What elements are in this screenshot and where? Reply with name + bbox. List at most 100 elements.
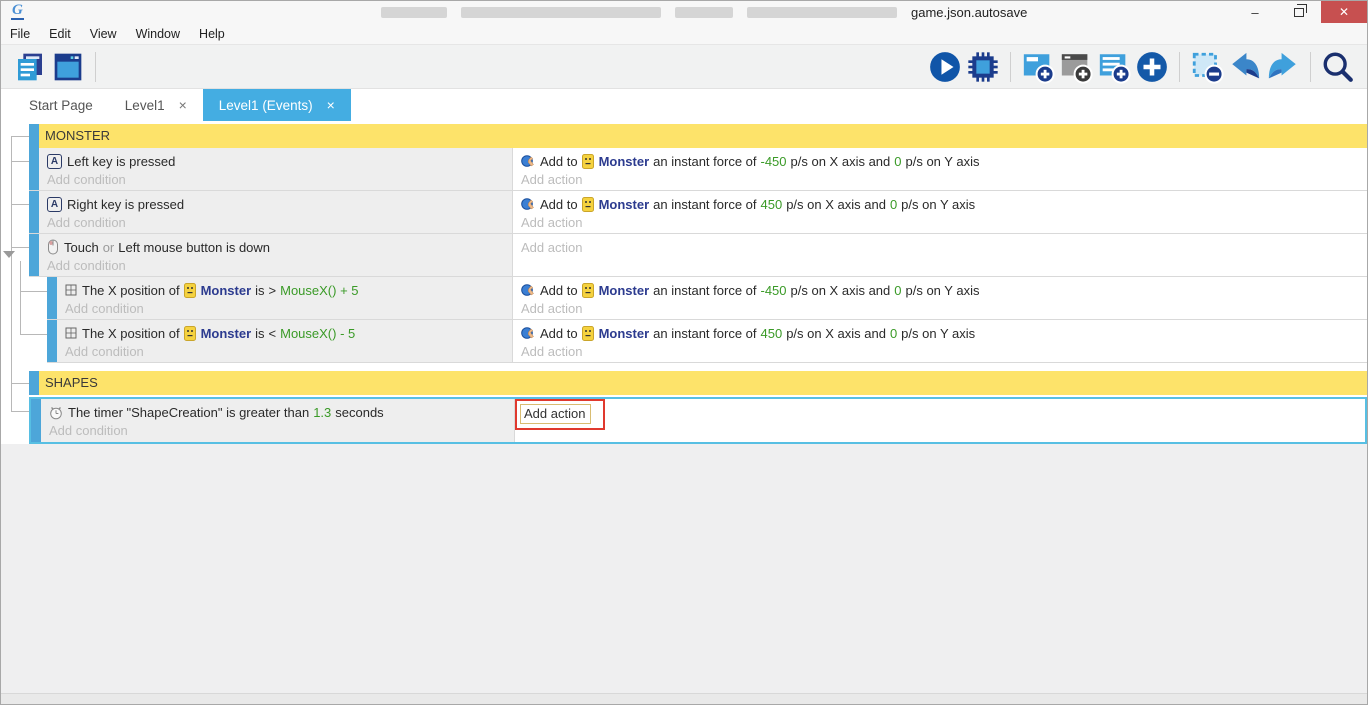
add-condition-link[interactable]: Add condition xyxy=(41,421,514,438)
undo-icon xyxy=(1232,52,1260,78)
add-action-link[interactable]: Add action xyxy=(513,299,1367,316)
action-text[interactable]: Add to Monster an instant force of 450 p… xyxy=(513,320,1367,342)
event-bar xyxy=(29,371,39,395)
add-condition-link[interactable]: Add condition xyxy=(39,256,512,273)
menu-edit[interactable]: Edit xyxy=(48,25,81,43)
play-icon xyxy=(930,51,960,82)
title-bar: G game.json.autosave – ✕ xyxy=(1,1,1367,23)
debug-icon xyxy=(968,51,998,82)
tab-level1[interactable]: Level1 × xyxy=(109,89,203,121)
event-row-timer[interactable]: The timer "ShapeCreation" is greater tha… xyxy=(29,397,1367,444)
add-other-button[interactable] xyxy=(1133,48,1171,86)
undo-button[interactable] xyxy=(1226,48,1264,86)
gdevelop-logo-icon: G xyxy=(11,2,24,20)
event-group-monster[interactable]: MONSTER xyxy=(29,124,1367,148)
add-comment-button[interactable] xyxy=(1095,48,1133,86)
keyboard-key-icon: A xyxy=(47,196,62,212)
event-group-shapes[interactable]: SHAPES xyxy=(29,371,1367,395)
keyboard-key-icon: A xyxy=(47,153,62,169)
toolbar-separator xyxy=(1310,51,1311,82)
add-condition-link[interactable]: Add condition xyxy=(39,170,512,187)
add-action-link[interactable]: Add action xyxy=(513,213,1367,230)
add-event-button[interactable] xyxy=(1019,48,1057,86)
menu-bar: File Edit View Window Help xyxy=(1,23,1367,45)
condition-text[interactable]: A Right key is pressed xyxy=(39,191,512,213)
tab-start-page[interactable]: Start Page xyxy=(13,89,109,121)
add-action-link[interactable]: Add action xyxy=(520,404,592,424)
event-row-xpos-gt[interactable]: The X position of Monster is > MouseX() … xyxy=(47,277,1367,320)
force-icon xyxy=(521,154,535,168)
tab-label: Level1 xyxy=(124,97,165,113)
event-row-right-key[interactable]: A Right key is pressed Add condition Add… xyxy=(29,191,1367,234)
search-button[interactable] xyxy=(1319,48,1357,86)
menu-help[interactable]: Help xyxy=(198,25,235,43)
add-action-link[interactable]: Add action xyxy=(513,234,1367,255)
condition-text[interactable]: A Left key is pressed xyxy=(39,148,512,170)
tree-line xyxy=(11,161,29,162)
close-button[interactable]: ✕ xyxy=(1321,1,1367,23)
play-button[interactable] xyxy=(926,48,964,86)
redo-button[interactable] xyxy=(1264,48,1302,86)
monster-object-icon xyxy=(581,325,594,341)
tab-level1-events[interactable]: Level1 (Events) × xyxy=(202,89,351,121)
open-scene-button[interactable] xyxy=(49,48,87,86)
restore-button[interactable] xyxy=(1277,1,1321,23)
redacted-title-block xyxy=(461,7,661,18)
new-project-icon xyxy=(18,53,42,80)
add-comment-icon xyxy=(1099,53,1131,84)
close-tab-icon[interactable]: × xyxy=(327,97,335,113)
tab-label: Start Page xyxy=(29,97,93,113)
add-condition-link[interactable]: Add condition xyxy=(57,299,512,316)
tree-line xyxy=(11,247,29,248)
menu-file[interactable]: File xyxy=(9,25,40,43)
tree-line xyxy=(11,204,29,205)
event-bar xyxy=(47,277,57,319)
tab-bar: Start Page Level1 × Level1 (Events) × xyxy=(1,89,1367,121)
menu-view[interactable]: View xyxy=(89,25,127,43)
event-row-left-key[interactable]: A Left key is pressed Add condition Add … xyxy=(29,148,1367,191)
debug-button[interactable] xyxy=(964,48,1002,86)
event-bar xyxy=(29,191,39,233)
condition-text[interactable]: Touch or Left mouse button is down xyxy=(39,234,512,256)
action-text[interactable]: Add to Monster an instant force of -450 … xyxy=(513,148,1367,170)
tab-label: Level1 (Events) xyxy=(218,97,313,113)
event-bar xyxy=(29,148,39,190)
condition-text[interactable]: The timer "ShapeCreation" is greater tha… xyxy=(41,399,514,421)
condition-text[interactable]: The X position of Monster is < MouseX() … xyxy=(57,320,512,342)
add-sub-event-icon xyxy=(1061,53,1093,84)
tree-line xyxy=(20,261,21,334)
add-circle-icon xyxy=(1137,51,1167,82)
window-title: game.json.autosave xyxy=(381,5,1027,20)
event-bar xyxy=(47,320,57,362)
condition-text[interactable]: The X position of Monster is > MouseX() … xyxy=(57,277,512,299)
menu-window[interactable]: Window xyxy=(135,25,190,43)
group-label: MONSTER xyxy=(45,128,110,143)
events-background xyxy=(1,444,1367,704)
new-project-button[interactable] xyxy=(11,48,49,86)
toolbar-separator xyxy=(1010,51,1011,82)
action-text[interactable]: Add to Monster an instant force of 450 p… xyxy=(513,191,1367,213)
force-icon xyxy=(521,326,535,340)
add-condition-link[interactable]: Add condition xyxy=(39,213,512,230)
events-sheet: MONSTER A Left key is pressed Add condit… xyxy=(1,121,1367,704)
group-label: SHAPES xyxy=(45,375,98,390)
action-text[interactable]: Add to Monster an instant force of -450 … xyxy=(513,277,1367,299)
annotation-highlight-box: Add action xyxy=(515,399,606,430)
redacted-title-block xyxy=(675,7,733,18)
add-sub-event-button[interactable] xyxy=(1057,48,1095,86)
horizontal-scrollbar[interactable] xyxy=(1,693,1367,704)
add-condition-link[interactable]: Add condition xyxy=(57,342,512,359)
position-icon xyxy=(65,327,77,339)
delete-selection-button[interactable] xyxy=(1188,48,1226,86)
close-tab-icon[interactable]: × xyxy=(179,97,187,113)
add-action-link[interactable]: Add action xyxy=(513,170,1367,187)
event-row-touch[interactable]: Touch or Left mouse button is down Add c… xyxy=(29,234,1367,277)
add-action-link[interactable]: Add action xyxy=(513,342,1367,359)
toolbar-separator xyxy=(1179,51,1180,82)
position-icon xyxy=(65,284,77,296)
event-row-xpos-lt[interactable]: The X position of Monster is < MouseX() … xyxy=(47,320,1367,363)
minimize-button[interactable]: – xyxy=(1233,1,1277,23)
open-scene-icon xyxy=(54,53,82,80)
tree-line xyxy=(20,334,47,335)
collapse-arrow-icon[interactable] xyxy=(3,251,15,258)
